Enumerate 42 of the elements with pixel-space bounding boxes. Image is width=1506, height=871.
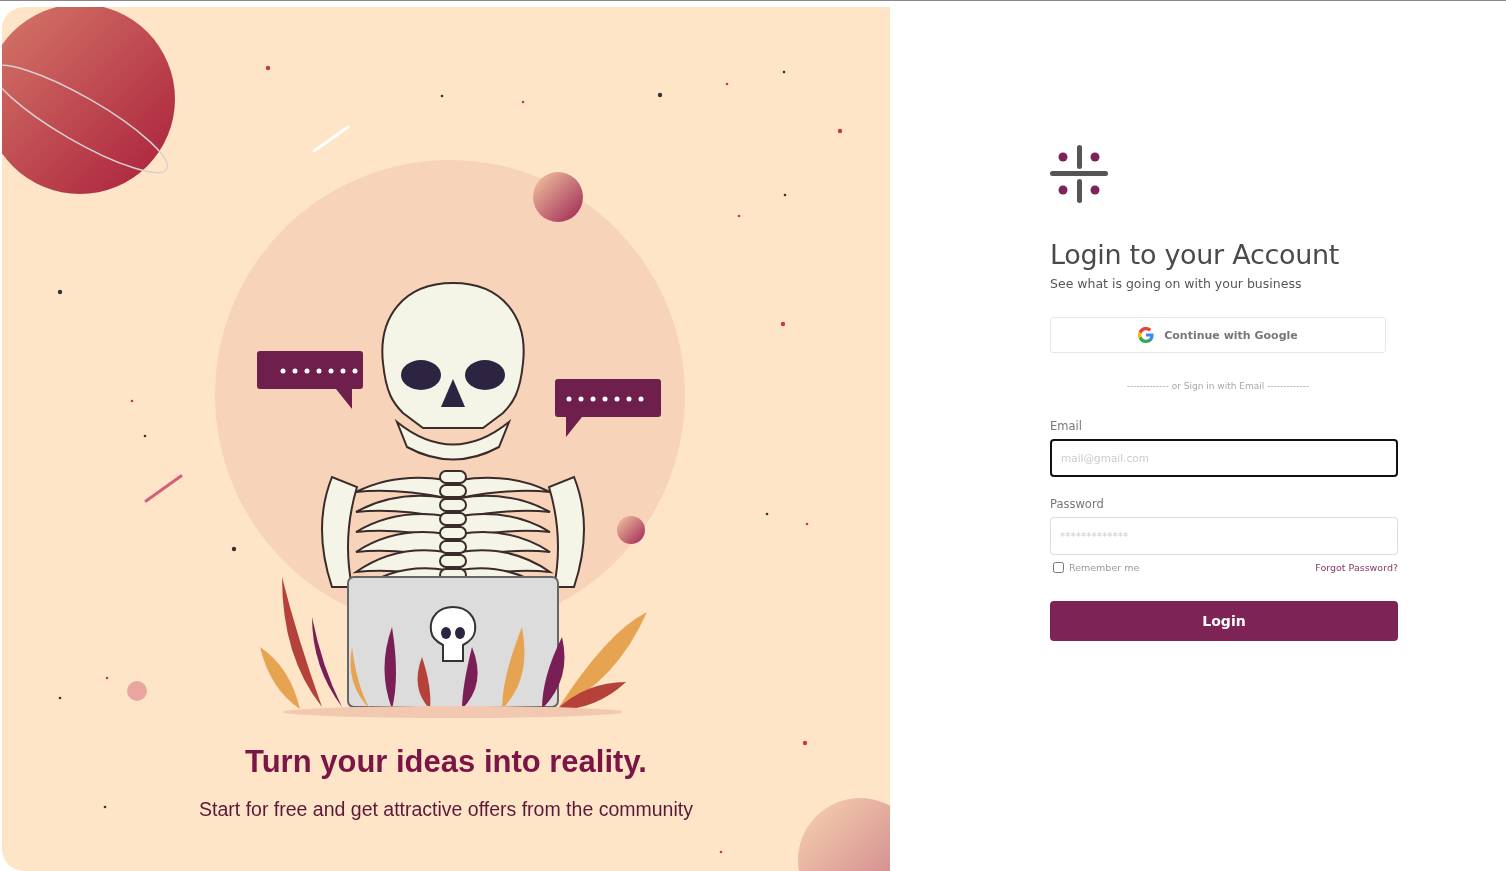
dot-icon [143, 434, 147, 438]
dot-icon [782, 70, 786, 74]
dot-icon [130, 399, 134, 403]
dot-icon [440, 94, 444, 98]
dot-icon [780, 321, 786, 327]
speech-bubble-icon [257, 351, 363, 409]
planet-icon [617, 516, 645, 544]
dot-icon [521, 100, 525, 104]
dot-icon [765, 512, 769, 516]
login-heading: Login to your Account [1050, 239, 1340, 270]
dot-icon [105, 676, 109, 680]
divider-text: ------------- or Sign in with Email ------------- [1125, 381, 1311, 391]
dot-icon [231, 546, 237, 552]
google-sign-in-button[interactable]: Continue with Google [1050, 317, 1386, 353]
remember-checkbox[interactable] [1053, 562, 1064, 573]
dot-icon [719, 850, 723, 854]
password-field[interactable]: ************* [1050, 517, 1398, 555]
hero-subtitle: Start for free and get attractive offers from the community [199, 798, 693, 821]
dot-icon [265, 65, 271, 71]
forgot-password-link[interactable]: Forgot Password? [1315, 562, 1398, 573]
remember-label: Remember me [1069, 562, 1140, 573]
planet-icon [798, 798, 890, 871]
login-button[interactable]: Login [1050, 601, 1398, 641]
dot-icon [783, 193, 787, 197]
dot-icon [103, 805, 107, 809]
login-subtitle: See what is going on with your business [1050, 276, 1302, 291]
dot-icon [57, 289, 63, 295]
dot-icon [58, 696, 62, 700]
planet-icon [127, 681, 147, 701]
dot-icon [737, 214, 741, 218]
google-icon [1138, 327, 1155, 343]
dot-icon [802, 740, 808, 746]
hero-heading: Turn your ideas into reality. [245, 744, 647, 780]
dot-icon [725, 82, 729, 86]
dot-icon [805, 522, 809, 526]
logo-icon [1050, 145, 1108, 203]
speech-bubble-icon [555, 379, 661, 437]
field-label: Password [1050, 497, 1105, 511]
planet-icon [533, 172, 583, 222]
field-label: Email [1050, 419, 1083, 433]
dot-icon [837, 128, 843, 134]
dot-icon [657, 92, 663, 98]
